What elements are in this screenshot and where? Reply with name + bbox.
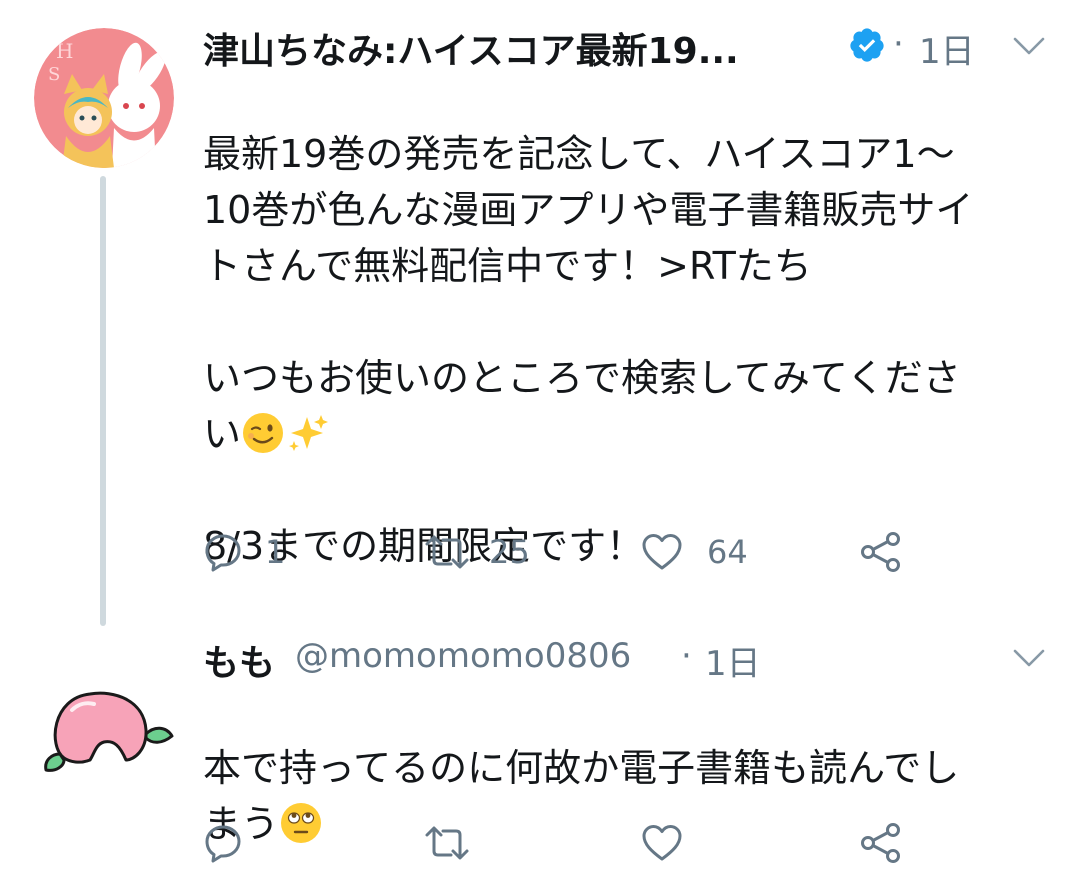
tweet-2[interactable]: もも @momomomo0806 · 1日 本で持ってるのに何故か電子書籍も読ん… [0, 620, 1080, 873]
sparkles-emoji [289, 415, 329, 451]
share-icon [861, 823, 900, 863]
avatar[interactable]: H S [34, 28, 174, 168]
tweet-timestamp[interactable]: 1日 [919, 24, 975, 73]
tweet-text-line: トさんで無料配信中です！>RTたち [203, 244, 812, 288]
retweet-count: 25 [489, 533, 530, 571]
tweet-text-line: 最新19巻の発売を記念して、ハイスコア1〜 [203, 132, 955, 176]
tweet-text-line: いつもお使いのところで検索してみてくださ [203, 356, 961, 400]
reply-button[interactable] [203, 818, 265, 868]
tweet-actions [203, 818, 963, 868]
avatar-illustration: H S [34, 28, 174, 168]
thread-line [100, 176, 106, 626]
verified-badge-icon [850, 28, 884, 62]
retweet-button[interactable] [423, 818, 493, 868]
separator-dot: · [893, 24, 904, 64]
reply-icon [205, 825, 241, 863]
share-icon [861, 532, 900, 572]
chevron-down-icon[interactable] [1013, 36, 1045, 56]
display-name[interactable]: もも [203, 634, 275, 686]
peach-avatar-illustration [34, 650, 174, 790]
tweet-text-line: 10巻が色んな漫画アプリや電子書籍販売サイ [203, 188, 974, 232]
tweet-text-line: い [203, 412, 242, 456]
chevron-down-icon[interactable] [1013, 648, 1045, 668]
reply-button[interactable]: 1 [203, 527, 285, 577]
heart-icon [642, 825, 682, 861]
tweet-actions: 1 25 64 [203, 527, 963, 577]
retweet-icon [425, 826, 469, 860]
tweet-header: もも @momomomo0806 · 1日 [203, 634, 1063, 684]
tweet-text-line: 本で持ってるのに何故か電子書籍も読んでし [203, 746, 960, 790]
share-button[interactable] [859, 818, 903, 868]
winking-face-emoji [243, 413, 284, 453]
retweet-button[interactable]: 25 [423, 527, 530, 577]
user-handle[interactable]: @momomomo0806 [295, 636, 631, 676]
tweet-header: 津山ちなみ:ハイスコア最新19... · 1日 [203, 22, 1063, 72]
display-name[interactable]: 津山ちなみ:ハイスコア最新19... [203, 22, 739, 74]
avatar[interactable] [34, 650, 174, 790]
reply-icon [205, 534, 241, 572]
svg-text:S: S [48, 64, 60, 85]
like-count: 64 [707, 533, 748, 571]
heart-icon [642, 534, 682, 570]
tweet-1[interactable]: H S 津山ちなみ:ハイスコア最新19... · 1日 最新19巻の発売を記念し… [0, 0, 1080, 626]
like-button[interactable] [641, 818, 705, 868]
separator-dot: · [681, 636, 692, 676]
reply-count: 1 [265, 533, 286, 571]
share-button[interactable] [859, 527, 903, 577]
retweet-icon [425, 535, 469, 569]
tweet-timestamp[interactable]: 1日 [705, 636, 761, 685]
tweet-body: 最新19巻の発売を記念して、ハイスコア1〜 10巻が色んな漫画アプリや電子書籍販… [203, 70, 973, 574]
like-button[interactable]: 64 [641, 527, 748, 577]
svg-text:H: H [56, 39, 73, 63]
